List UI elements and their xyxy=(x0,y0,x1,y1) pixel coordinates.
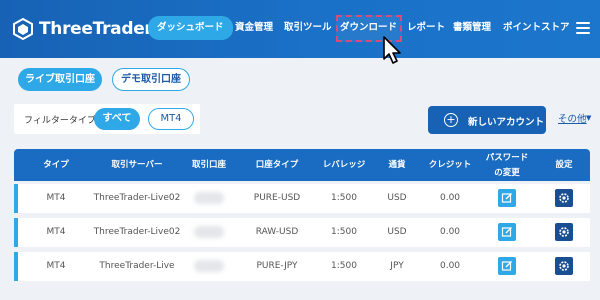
filter-mt4-button[interactable]: MT4 xyxy=(148,108,194,130)
cell-account-type: RAW-USD xyxy=(255,227,299,237)
col-type: タイプ xyxy=(43,160,69,170)
col-account-type: 口座タイプ xyxy=(255,160,299,170)
cell-credit: 0.00 xyxy=(439,227,461,237)
redacted-account-number xyxy=(194,192,224,204)
col-leverage: レバレッジ xyxy=(322,160,366,170)
cell-type: MT4 xyxy=(46,227,66,237)
tab-live-account[interactable]: ライブ取引口座 xyxy=(18,68,102,91)
mouse-cursor-icon xyxy=(383,36,401,64)
table-row: MT4 ThreeTrader-Live02 RAW-USD 1:500 USD… xyxy=(14,218,590,247)
logo-text: ThreeTrader xyxy=(39,19,153,39)
plus-circle-icon: + xyxy=(444,113,458,127)
col-credit: クレジット xyxy=(428,160,472,170)
other-dropdown-link[interactable]: その他 xyxy=(558,111,587,125)
tab-demo-account[interactable]: デモ取引口座 xyxy=(112,68,190,91)
nav-point-store[interactable]: ポイントストア xyxy=(503,17,570,39)
top-navigation-bar: ThreeTrader ダッシュボード 資金管理 取引ツール ダウンロード レポ… xyxy=(0,0,600,58)
table-row: MT4 ThreeTrader-Live PURE-JPY 1:500 JPY … xyxy=(14,252,590,281)
cell-server: ThreeTrader-Live02 xyxy=(93,227,181,237)
cell-credit: 0.00 xyxy=(439,193,461,203)
nav-funds-management[interactable]: 資金管理 xyxy=(235,17,273,39)
filter-type-label: フィルタータイプ: xyxy=(24,116,99,126)
edit-password-button[interactable] xyxy=(498,257,516,275)
accounts-table-header: タイプ 取引サーバー 取引口座 口座タイプ レバレッジ 通貨 クレジット パスワ… xyxy=(14,149,590,181)
cell-leverage: 1:500 xyxy=(331,227,357,237)
gear-icon xyxy=(559,261,569,271)
table-row: MT4 ThreeTrader-Live02 PURE-USD 1:500 US… xyxy=(14,184,590,213)
redacted-account-number xyxy=(194,226,224,238)
filter-panel: フィルタータイプ: すべて MT4 xyxy=(14,104,200,134)
cell-currency: JPY xyxy=(390,261,404,271)
cell-leverage: 1:500 xyxy=(331,261,357,271)
edit-password-button[interactable] xyxy=(498,223,516,241)
logo[interactable]: ThreeTrader xyxy=(12,17,153,41)
col-currency: 通貨 xyxy=(388,160,406,170)
col-password-line2: の変更 xyxy=(494,168,520,178)
edit-icon xyxy=(501,193,512,203)
cell-leverage: 1:500 xyxy=(331,193,357,203)
col-server: 取引サーバー xyxy=(111,160,163,170)
col-password-line1: パスワード xyxy=(485,153,529,163)
cell-credit: 0.00 xyxy=(439,261,461,271)
nav-reports[interactable]: レポート xyxy=(407,17,445,39)
edit-icon xyxy=(501,261,512,271)
hamburger-menu-icon[interactable] xyxy=(576,22,590,34)
cell-currency: USD xyxy=(387,227,407,237)
edit-icon xyxy=(501,227,512,237)
new-account-button[interactable]: + 新しいアカウント xyxy=(428,106,546,134)
settings-button[interactable] xyxy=(555,189,573,207)
gear-icon xyxy=(559,227,569,237)
new-account-label: 新しいアカウント xyxy=(468,117,545,128)
cell-type: MT4 xyxy=(46,193,66,203)
col-settings: 設定 xyxy=(555,160,573,170)
cell-currency: USD xyxy=(387,193,407,203)
nav-dashboard[interactable]: ダッシュボード xyxy=(148,16,233,40)
filter-all-button[interactable]: すべて xyxy=(94,108,140,130)
settings-button[interactable] xyxy=(555,257,573,275)
gear-icon xyxy=(559,193,569,203)
cell-server: ThreeTrader-Live02 xyxy=(93,193,181,203)
redacted-account-number xyxy=(194,260,224,272)
cell-type: MT4 xyxy=(46,261,66,271)
cell-account-type: PURE-JPY xyxy=(256,261,298,271)
col-account: 取引口座 xyxy=(191,160,227,170)
settings-button[interactable] xyxy=(555,223,573,241)
cell-server: ThreeTrader-Live xyxy=(99,261,175,271)
caret-down-icon[interactable]: ▼ xyxy=(586,114,591,122)
cell-account-type: PURE-USD xyxy=(253,193,301,203)
threetrader-logo-icon xyxy=(13,18,33,40)
edit-password-button[interactable] xyxy=(498,189,516,207)
nav-documents[interactable]: 書類管理 xyxy=(453,17,491,39)
nav-trading-tools[interactable]: 取引ツール xyxy=(284,17,332,39)
